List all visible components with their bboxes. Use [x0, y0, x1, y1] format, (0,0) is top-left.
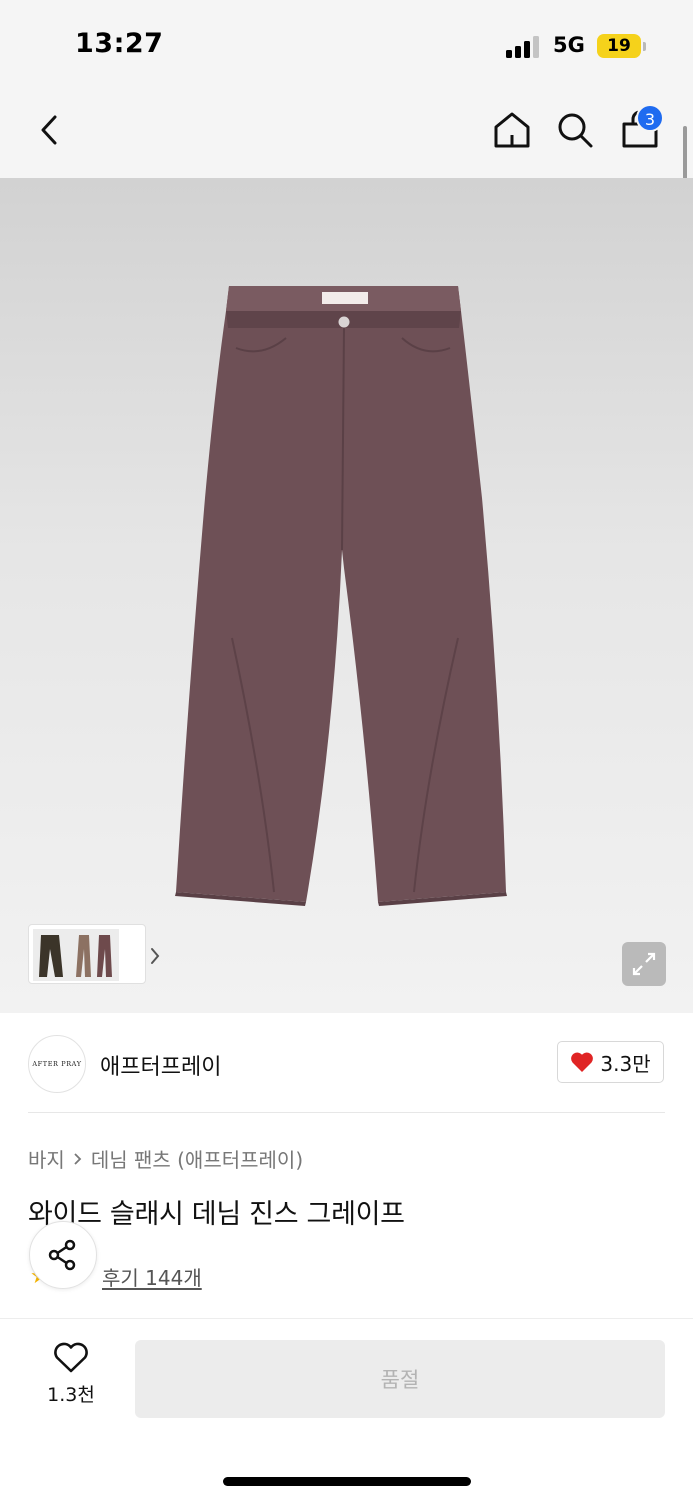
expand-icon: [632, 952, 656, 976]
breadcrumb: 바지 데님 팬츠 (애프터프레이): [28, 1144, 303, 1173]
search-icon: [558, 113, 593, 148]
share-icon: [48, 1239, 76, 1271]
breadcrumb-item-category[interactable]: 바지: [28, 1144, 65, 1173]
home-icon: [494, 112, 530, 148]
divider: [28, 1112, 665, 1113]
brand-name[interactable]: 애프터프레이: [100, 1049, 221, 1081]
network-type: 5G: [553, 33, 585, 57]
chevron-right-icon: [151, 948, 160, 964]
cart-badge: 3: [636, 104, 664, 132]
product-title: 와이드 슬래시 데님 진스 그레이프: [28, 1199, 405, 1230]
brand-logo[interactable]: AFTER PRAY: [28, 1035, 86, 1093]
nav-bar: [0, 90, 693, 178]
cart-button[interactable]: [610, 90, 670, 170]
chevron-right-icon: [73, 1152, 83, 1166]
battery-tip: [643, 42, 646, 51]
brand-row[interactable]: AFTER PRAY 애프터프레이 3.3만: [0, 1013, 693, 1113]
heart-icon: [54, 1342, 88, 1373]
review-link[interactable]: 후기 144개: [102, 1262, 202, 1291]
expand-button[interactable]: [622, 942, 666, 986]
back-icon: [41, 115, 57, 145]
sold-out-button[interactable]: 품절: [135, 1340, 665, 1418]
status-bar: 13:27 5G 19: [0, 0, 693, 90]
brand-like-button[interactable]: 3.3만: [557, 1041, 664, 1083]
thumbnail-strip[interactable]: [28, 924, 160, 984]
brand-like-count: 3.3만: [600, 1051, 651, 1076]
wishlist-count: 1.3천: [47, 1384, 95, 1406]
product-image[interactable]: [0, 178, 693, 1013]
home-button[interactable]: [482, 90, 542, 170]
thumbnail-image: [33, 929, 119, 981]
share-button[interactable]: [29, 1221, 97, 1289]
signal-icon: [506, 34, 542, 58]
breadcrumb-item-subcategory[interactable]: 데님 팬츠 (애프터프레이): [91, 1144, 303, 1173]
back-button[interactable]: [20, 90, 80, 170]
heart-icon: [571, 1052, 594, 1072]
battery-icon: 19: [597, 34, 641, 58]
search-button[interactable]: [545, 90, 605, 170]
wishlist-button[interactable]: 1.3천: [30, 1342, 112, 1422]
home-indicator[interactable]: [223, 1477, 471, 1486]
status-time: 13:27: [75, 28, 164, 59]
jeans-image: [175, 286, 507, 906]
